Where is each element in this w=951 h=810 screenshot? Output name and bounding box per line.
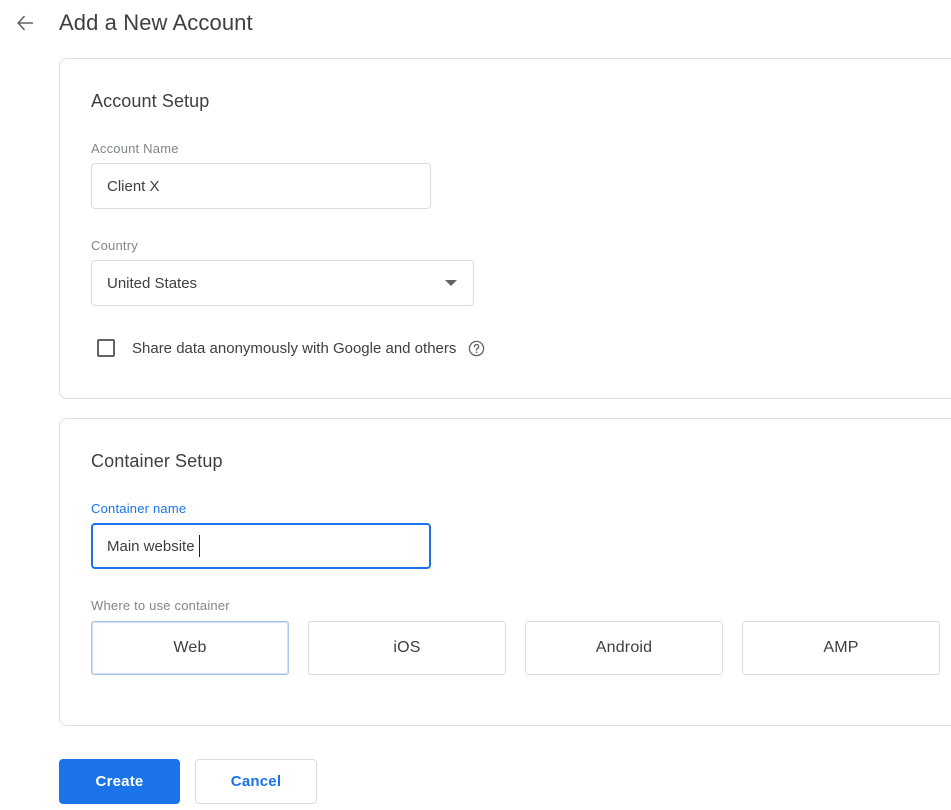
share-data-checkbox[interactable]	[97, 339, 115, 357]
text-caret	[199, 535, 200, 557]
platform-option-android[interactable]: Android	[525, 621, 723, 675]
share-data-row: Share data anonymously with Google and o…	[91, 339, 951, 357]
cancel-button[interactable]: Cancel	[195, 759, 317, 804]
container-name-label: Container name	[91, 501, 187, 516]
account-name-label: Account Name	[91, 141, 179, 156]
platform-option-web[interactable]: Web	[91, 621, 289, 675]
account-setup-card: Account Setup Account Name Country Unite…	[59, 58, 951, 399]
form-actions: Create Cancel	[59, 759, 317, 804]
country-label: Country	[91, 238, 138, 253]
help-circle-icon[interactable]	[468, 340, 485, 357]
country-field: Country United States	[91, 238, 951, 306]
container-setup-heading: Container Setup	[91, 451, 223, 471]
page-title: Add a New Account	[59, 9, 253, 35]
container-setup-card: Container Setup Container name Where to …	[59, 418, 951, 726]
account-setup-heading: Account Setup	[91, 91, 210, 111]
help-circle-glyph	[469, 340, 485, 356]
target-platform-field: Where to use container Web iOS Android A…	[91, 598, 951, 675]
container-name-field: Container name	[91, 501, 951, 569]
target-platform-options: Web iOS Android AMP	[91, 621, 951, 675]
page-header: Add a New Account	[0, 0, 951, 45]
platform-option-ios[interactable]: iOS	[308, 621, 506, 675]
country-select-value[interactable]: United States	[91, 260, 474, 306]
container-name-input-wrap	[91, 523, 431, 569]
create-button[interactable]: Create	[59, 759, 180, 804]
account-name-input[interactable]	[91, 163, 431, 209]
target-platform-label: Where to use container	[91, 598, 230, 613]
container-name-input[interactable]	[91, 523, 431, 569]
arrow-back-icon[interactable]	[10, 8, 40, 38]
share-data-label: Share data anonymously with Google and o…	[132, 339, 457, 357]
arrow-back-glyph	[17, 15, 34, 30]
country-select[interactable]: United States	[91, 260, 474, 306]
account-name-field: Account Name	[91, 141, 951, 209]
platform-option-amp[interactable]: AMP	[742, 621, 940, 675]
